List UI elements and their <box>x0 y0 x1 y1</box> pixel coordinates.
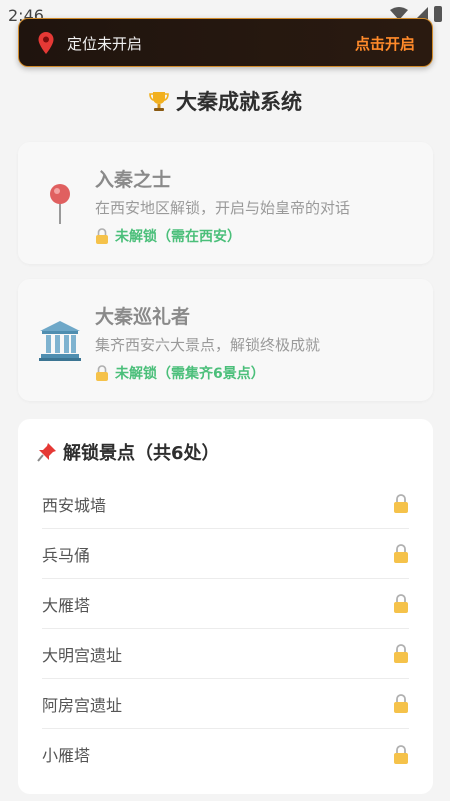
lock-icon <box>394 494 408 513</box>
lock-icon <box>394 544 408 563</box>
classical-building-icon <box>39 321 81 361</box>
page-title-text: 大秦成就系统 <box>176 90 302 114</box>
trophy-icon <box>149 92 169 111</box>
list-item[interactable]: 西安城墙 <box>42 479 409 529</box>
list-item[interactable]: 兵马俑 <box>42 529 409 579</box>
achievement-status-text: 未解锁（需在西安） <box>115 229 241 245</box>
map-pin-icon <box>50 184 70 224</box>
spots-panel: 解锁景点（共6处） 西安城墙 兵马俑 大雁塔 大明宫遗址 阿房宫遗址 小雁塔 <box>18 419 433 794</box>
lock-icon <box>394 694 408 713</box>
lock-icon <box>394 744 408 764</box>
lock-icon <box>96 365 108 381</box>
enable-location-button[interactable]: 点击开启 <box>355 33 415 54</box>
spot-label: 阿房宫遗址 <box>42 695 123 715</box>
location-banner: 定位未开启 点击开启 <box>18 18 433 67</box>
page-title: 大秦成就系统 <box>0 86 450 116</box>
spots-list: 西安城墙 兵马俑 大雁塔 大明宫遗址 阿房宫遗址 小雁塔 <box>42 479 409 779</box>
achievement-status-text: 未解锁（需集齐6景点） <box>115 366 265 382</box>
achievement-card-1[interactable]: 入秦之士 在西安地区解锁，开启与始皇帝的对话 未解锁（需在西安） <box>18 142 433 264</box>
spot-label: 大雁塔 <box>42 595 91 615</box>
spot-label: 小雁塔 <box>42 746 91 765</box>
pushpin-icon <box>37 443 56 462</box>
spot-label: 大明宫遗址 <box>42 645 123 665</box>
map-pin-icon <box>38 32 54 54</box>
achievement-name: 大秦巡礼者 <box>95 306 191 328</box>
spots-header: 解锁景点（共6处） <box>37 439 220 465</box>
location-message: 定位未开启 <box>67 35 143 53</box>
lock-icon <box>394 594 408 613</box>
list-item[interactable]: 阿房宫遗址 <box>42 679 409 729</box>
list-item[interactable]: 大雁塔 <box>42 579 409 629</box>
achievement-desc: 在西安地区解锁，开启与始皇帝的对话 <box>95 199 351 217</box>
lock-icon <box>96 228 108 244</box>
list-item[interactable]: 小雁塔 <box>42 729 409 779</box>
spots-header-text: 解锁景点（共6处） <box>63 443 220 464</box>
spot-label: 兵马俑 <box>42 545 91 565</box>
achievement-name: 入秦之士 <box>95 169 172 191</box>
lock-icon <box>394 644 408 663</box>
achievement-desc: 集齐西安六大景点，解锁终极成就 <box>95 336 321 354</box>
list-item[interactable]: 大明宫遗址 <box>42 629 409 679</box>
achievement-status: 未解锁（需在西安） <box>95 226 241 246</box>
achievement-card-2[interactable]: 大秦巡礼者 集齐西安六大景点，解锁终极成就 未解锁（需集齐6景点） <box>18 279 433 401</box>
spot-label: 西安城墙 <box>42 495 107 515</box>
battery-icon <box>434 6 442 22</box>
achievement-status: 未解锁（需集齐6景点） <box>95 363 265 383</box>
